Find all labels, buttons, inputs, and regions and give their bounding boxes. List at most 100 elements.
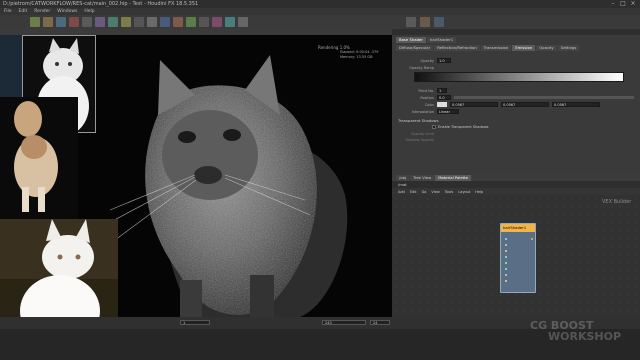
reference-photo-cream [0, 97, 78, 219]
subtab-diffuse[interactable]: Diffuse/Specular [396, 45, 434, 51]
input-port[interactable] [505, 238, 507, 240]
net-menu-add[interactable]: Add [398, 190, 405, 194]
frame-range-field[interactable]: 240 [322, 320, 366, 325]
opacity-ramp-label: Opacity Ramp [409, 66, 434, 70]
shelf-tool-icon[interactable] [121, 17, 131, 27]
enable-shadows-label: Enable Transparent Shadows [438, 125, 489, 129]
menu-help[interactable]: Help [84, 9, 94, 14]
color-row: Color 0.0567 0.0567 0.0567 [400, 102, 600, 107]
watermark-logo: CG BOOST WORKSHOP [530, 320, 640, 358]
interpolation-select[interactable]: Linear [437, 109, 459, 114]
opacity-limit-label: Opacity Limit [410, 132, 434, 136]
render-elapsed: Elapsed: 0:00:04 .379 [340, 50, 379, 54]
opacity-field[interactable]: 1.0 [437, 58, 451, 63]
shelf-tool-icon[interactable] [30, 17, 40, 27]
shelf-tool-icon[interactable] [147, 17, 157, 27]
shelf-tool-icon[interactable] [56, 17, 66, 27]
input-port[interactable] [505, 268, 507, 270]
point-field[interactable]: 1 [437, 88, 447, 93]
color-label: Color [424, 102, 434, 107]
point-row: Point No. 1 [400, 88, 447, 93]
shadow-opacity-label: Shadow Opacity [405, 138, 434, 142]
window-title: D:/pietrom/CATWORKFLOW/RES-cat/main_002.… [0, 0, 640, 8]
input-port[interactable] [505, 262, 507, 264]
tab-base-shader[interactable]: Base Shader [396, 37, 426, 43]
subtab-transmission[interactable]: Transmission [480, 45, 512, 51]
close-icon[interactable]: × [628, 0, 638, 8]
net-menu-layout[interactable]: Layout [458, 190, 470, 194]
current-frame-field[interactable]: 1 [180, 320, 210, 325]
color-swatch[interactable] [437, 102, 447, 107]
input-port[interactable] [505, 280, 507, 282]
shelf-tool-icon[interactable] [173, 17, 183, 27]
net-menu-tools[interactable]: Tools [445, 190, 454, 194]
subtab-reflection[interactable]: Reflection/Refraction [434, 45, 480, 51]
shelf-tool-icon[interactable] [186, 17, 196, 27]
enable-shadows-row: Enable Transparent Shadows [432, 125, 489, 129]
opacity-ramp[interactable] [414, 72, 624, 82]
interp-row: Interpolation Linear [400, 109, 459, 114]
position-field[interactable]: 0.0 [437, 95, 451, 100]
opacity-row: Opacity 1.0 [400, 58, 451, 63]
subtab-opacity[interactable]: Opacity [536, 45, 557, 51]
menu-bar: File Edit Render Windows Help [0, 8, 640, 15]
color-r-field[interactable]: 0.0567 [450, 102, 498, 107]
fps-field[interactable]: 24 [370, 320, 390, 325]
minimize-icon[interactable]: – [608, 0, 618, 8]
net-menu-help[interactable]: Help [475, 190, 483, 194]
color-g-field[interactable]: 0.0567 [501, 102, 549, 107]
shelf-tool-icon[interactable] [420, 17, 430, 27]
render-memory: Memory: 13.55 GB [340, 55, 373, 59]
shelf-tool-icon[interactable] [108, 17, 118, 27]
watermark-line2: WORKSHOP [548, 330, 622, 343]
menu-render[interactable]: Render [34, 9, 50, 14]
net-menu-edit[interactable]: Edit [410, 190, 417, 194]
input-port[interactable] [505, 274, 507, 276]
shelf-tool-icon[interactable] [69, 17, 79, 27]
section-transparent-shadows[interactable]: Transparent Shadows [398, 118, 439, 123]
position-label: Position [420, 95, 434, 100]
vex-builder-label: VEX Builder [602, 199, 632, 205]
subtab-settings[interactable]: Settings [557, 45, 580, 51]
menu-windows[interactable]: Windows [57, 9, 77, 14]
shelf-tool-icon[interactable] [225, 17, 235, 27]
point-label: Point No. [418, 88, 434, 93]
position-slider[interactable] [454, 96, 634, 99]
shelf-tool-icon[interactable] [212, 17, 222, 27]
hairshader-node[interactable]: hairShader1 [500, 223, 536, 293]
net-menu-view[interactable]: View [431, 190, 439, 194]
opacity-limit-row: Opacity Limit [400, 132, 434, 136]
opacity-label: Opacity [420, 58, 434, 63]
color-b-field[interactable]: 0.0567 [552, 102, 600, 107]
shelf-tool-icon[interactable] [434, 17, 444, 27]
tab-hairshader1[interactable]: hairShader1 [426, 37, 457, 43]
opacity-ramp-row: Opacity Ramp [400, 66, 434, 70]
subtab-emission[interactable]: Emission [512, 45, 536, 51]
menu-file[interactable]: File [4, 9, 12, 14]
enable-shadows-checkbox[interactable] [432, 125, 436, 129]
shelf-toolbar-right [400, 15, 640, 29]
shelf-tool-icon[interactable] [406, 17, 416, 27]
input-port[interactable] [505, 256, 507, 258]
shelf-tool-icon[interactable] [199, 17, 209, 27]
menu-edit[interactable]: Edit [19, 9, 28, 14]
shelf-tool-icon[interactable] [43, 17, 53, 27]
output-port[interactable] [531, 238, 533, 240]
tab-tree-view[interactable]: Tree View [410, 175, 435, 181]
position-row: Position 0.0 [400, 95, 634, 100]
shelf-tool-icon[interactable] [82, 17, 92, 27]
shelf-tool-icon[interactable] [238, 17, 248, 27]
net-menu-go[interactable]: Go [422, 190, 427, 194]
network-path[interactable]: /mat [392, 181, 640, 188]
node-title: hairShader1 [501, 224, 535, 232]
shelf-tool-icon[interactable] [160, 17, 170, 27]
input-port[interactable] [505, 244, 507, 246]
input-port[interactable] [505, 250, 507, 252]
parameter-panel: Base Shader hairShader1 Diffuse/Specular R… [392, 29, 640, 175]
maximize-icon[interactable]: □ [618, 0, 628, 8]
shadow-opacity-row: Shadow Opacity [400, 138, 434, 142]
shelf-tool-icon[interactable] [134, 17, 144, 27]
shelf-toolbar [0, 15, 400, 29]
tab-material-palette[interactable]: Material Palette [435, 175, 472, 181]
shelf-tool-icon[interactable] [95, 17, 105, 27]
